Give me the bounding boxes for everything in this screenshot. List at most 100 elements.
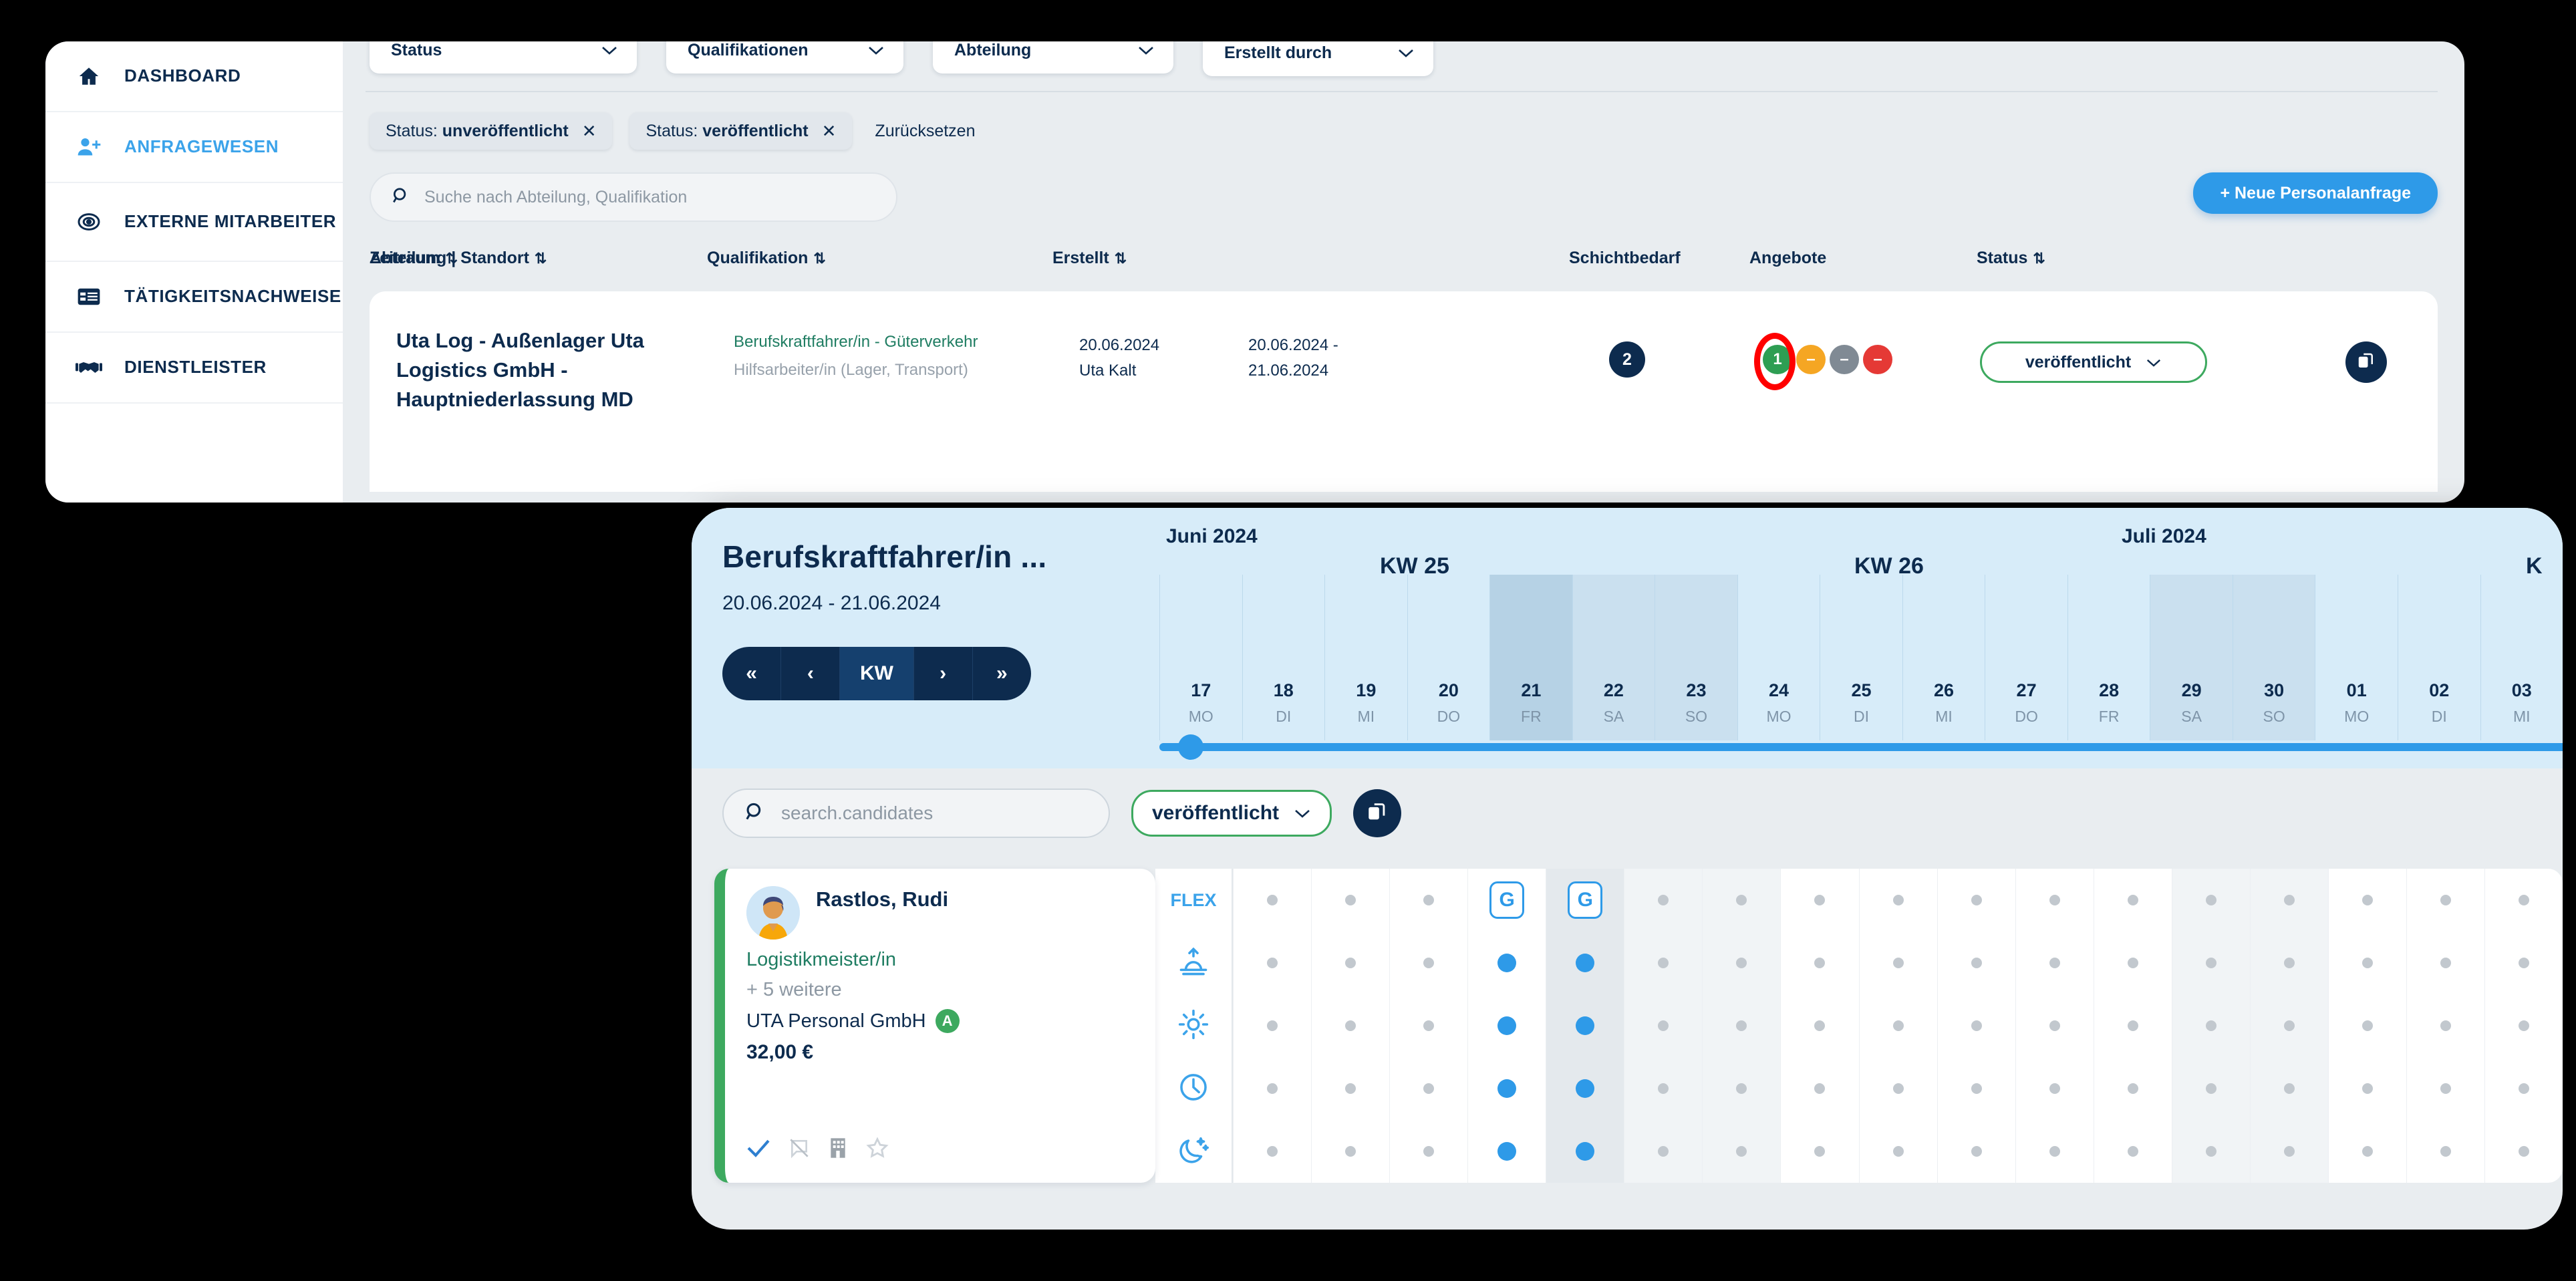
shift-grid-cell[interactable] bbox=[2172, 1057, 2250, 1120]
calendar-day-column[interactable]: 28 FR bbox=[2067, 575, 2150, 740]
shift-grid-cell[interactable] bbox=[1781, 869, 1858, 932]
nav-prev-button[interactable]: ‹ bbox=[781, 647, 841, 700]
shift-grid-cell[interactable] bbox=[2485, 1120, 2563, 1183]
calendar-day-column[interactable]: 27 DO bbox=[1985, 575, 2067, 740]
shift-grid-cell[interactable] bbox=[2329, 1120, 2406, 1183]
calendar-day-column[interactable]: 21 FR bbox=[1489, 575, 1572, 740]
shift-grid-cell[interactable] bbox=[2407, 932, 2484, 994]
building-icon[interactable] bbox=[828, 1137, 848, 1162]
filter-select-qualifikationen[interactable]: Qualifikationen bbox=[666, 41, 903, 74]
calendar-day-column[interactable]: 01 MO bbox=[2315, 575, 2398, 740]
shift-grid-cell[interactable] bbox=[1624, 1057, 1702, 1120]
column-header-zeitraum[interactable]: Zeitraum ⇅ bbox=[370, 249, 458, 268]
shift-grid-cell[interactable] bbox=[2407, 1120, 2484, 1183]
shift-grid-cell[interactable]: G bbox=[1546, 869, 1624, 932]
shift-grid-cell[interactable] bbox=[1390, 869, 1467, 932]
shift-grid-cell[interactable] bbox=[1938, 1120, 2015, 1183]
calendar-day-column[interactable]: 22 SA bbox=[1572, 575, 1655, 740]
shift-grid-cell[interactable] bbox=[2016, 869, 2094, 932]
shift-grid-cell[interactable] bbox=[1390, 1057, 1467, 1120]
shift-grid-cell[interactable] bbox=[1312, 869, 1389, 932]
offer-badge-pending[interactable]: – bbox=[1796, 345, 1826, 374]
offer-badge-accepted[interactable]: 1 bbox=[1763, 345, 1792, 374]
offer-badge-rejected[interactable]: – bbox=[1863, 345, 1892, 374]
shift-grid-cell[interactable] bbox=[1390, 932, 1467, 994]
calendar-day-column[interactable]: 18 DI bbox=[1242, 575, 1325, 740]
shift-grid-cell[interactable] bbox=[1312, 932, 1389, 994]
shift-grid-cell[interactable] bbox=[2016, 1057, 2094, 1120]
column-header-qualifikation[interactable]: Qualifikation ⇅ bbox=[707, 249, 826, 268]
star-icon[interactable] bbox=[865, 1137, 889, 1163]
filter-select-erstellt-durch[interactable]: Erstellt durch bbox=[1203, 41, 1433, 76]
shift-grid-cell[interactable] bbox=[1781, 1120, 1858, 1183]
sidebar-item-externe-mitarbeiter[interactable]: EXTERNE MITARBEITER bbox=[45, 183, 343, 262]
new-personalanfrage-button[interactable]: + Neue Personalanfrage bbox=[2193, 172, 2438, 214]
comment-off-icon[interactable] bbox=[788, 1137, 811, 1162]
search-input[interactable]: Suche nach Abteilung, Qualifikation bbox=[370, 172, 897, 222]
calendar-day-column[interactable]: 17 MO bbox=[1159, 575, 1242, 740]
reset-filters-link[interactable]: Zurücksetzen bbox=[875, 122, 975, 141]
sidebar-item-dashboard[interactable]: DASHBOARD bbox=[45, 41, 343, 112]
shift-grid-cell[interactable] bbox=[2094, 1057, 2172, 1120]
sidebar-item-taetigkeitsnachweise[interactable]: TÄTIGKEITSNACHWEISE bbox=[45, 262, 343, 333]
shift-grid-cell[interactable] bbox=[1938, 932, 2015, 994]
shift-grid-cell[interactable] bbox=[1390, 1120, 1467, 1183]
shift-grid-cell[interactable] bbox=[1234, 1057, 1311, 1120]
shift-grid-cell[interactable] bbox=[1234, 994, 1311, 1057]
shift-grid-cell[interactable] bbox=[1860, 869, 1937, 932]
shift-grid-cell[interactable] bbox=[2094, 994, 2172, 1057]
candidate-card[interactable]: Rastlos, Rudi Logistikmeister/in + 5 wei… bbox=[714, 869, 1155, 1183]
shift-grid-cell[interactable] bbox=[2407, 1057, 2484, 1120]
nav-next-button[interactable]: › bbox=[914, 647, 973, 700]
check-icon[interactable] bbox=[746, 1138, 770, 1161]
shift-grid-cell[interactable] bbox=[1781, 1057, 1858, 1120]
sidebar-item-anfragewesen[interactable]: ANFRAGEWESEN bbox=[45, 112, 343, 183]
shift-grid-cell[interactable] bbox=[1703, 869, 1780, 932]
candidate-more-qualifications[interactable]: + 5 weitere bbox=[746, 979, 1155, 1001]
column-header-status[interactable]: Status ⇅ bbox=[1977, 249, 2045, 268]
shift-grid-cell[interactable] bbox=[2485, 994, 2563, 1057]
calendar-day-column[interactable]: 02 DI bbox=[2397, 575, 2480, 740]
shift-grid-cell[interactable] bbox=[2251, 932, 2328, 994]
shift-grid-cell[interactable] bbox=[2485, 869, 2563, 932]
shift-grid-cell[interactable] bbox=[1624, 994, 1702, 1057]
shift-grid-cell[interactable] bbox=[1312, 994, 1389, 1057]
shift-grid-cell[interactable] bbox=[1860, 994, 1937, 1057]
shift-grid-cell[interactable] bbox=[2172, 994, 2250, 1057]
calendar-day-column[interactable]: 23 SO bbox=[1655, 575, 1737, 740]
offer-badge-neutral[interactable]: – bbox=[1830, 345, 1859, 374]
shift-grid-cell[interactable] bbox=[2251, 1057, 2328, 1120]
shift-grid-cell[interactable] bbox=[1624, 932, 1702, 994]
shift-grid-cell[interactable] bbox=[2172, 932, 2250, 994]
shift-grid-cell[interactable]: G bbox=[1468, 869, 1546, 932]
shift-grid-cell[interactable] bbox=[1234, 1120, 1311, 1183]
filter-select-status[interactable]: Status bbox=[370, 41, 637, 74]
shift-grid-cell[interactable] bbox=[2172, 1120, 2250, 1183]
shift-grid-cell[interactable] bbox=[1546, 932, 1624, 994]
candidate-search-input[interactable]: search.candidates bbox=[722, 789, 1110, 838]
shift-grid-cell[interactable] bbox=[1938, 1057, 2015, 1120]
shift-grid-cell[interactable] bbox=[2329, 932, 2406, 994]
shift-grid-cell[interactable] bbox=[1234, 932, 1311, 994]
calendar-day-column[interactable]: 29 SA bbox=[2150, 575, 2233, 740]
shift-grid-cell[interactable] bbox=[1703, 1120, 1780, 1183]
shift-grid-cell[interactable] bbox=[2329, 869, 2406, 932]
shift-grid-cell[interactable] bbox=[1546, 994, 1624, 1057]
shift-grid-cell[interactable] bbox=[2094, 869, 2172, 932]
sidebar-item-dienstleister[interactable]: DIENSTLEISTER bbox=[45, 333, 343, 404]
filter-chip-status-veroeffentlicht[interactable]: Status: veröffentlicht ✕ bbox=[629, 112, 853, 150]
calendar-day-column[interactable]: 03 MI bbox=[2480, 575, 2563, 740]
modal-status-dropdown[interactable]: veröffentlicht bbox=[1131, 790, 1332, 837]
timeline-scrollbar-handle[interactable] bbox=[1178, 734, 1203, 760]
shift-grid-cell[interactable] bbox=[1390, 994, 1467, 1057]
table-row[interactable]: Uta Log - Außenlager Uta Logistics GmbH … bbox=[370, 291, 2438, 492]
shift-grid-cell[interactable] bbox=[2251, 869, 2328, 932]
shift-grid-cell[interactable] bbox=[1234, 869, 1311, 932]
filter-select-abteilung[interactable]: Abteilung bbox=[933, 41, 1173, 74]
column-header-erstellt[interactable]: Erstellt ⇅ bbox=[1052, 249, 1127, 268]
nav-last-button[interactable]: » bbox=[973, 647, 1031, 700]
close-icon[interactable]: ✕ bbox=[582, 122, 597, 140]
shift-grid-cell[interactable] bbox=[2251, 994, 2328, 1057]
filter-chip-status-unveroeffentlicht[interactable]: Status: unveröffentlicht ✕ bbox=[370, 112, 613, 150]
shift-grid-cell[interactable] bbox=[2016, 1120, 2094, 1183]
